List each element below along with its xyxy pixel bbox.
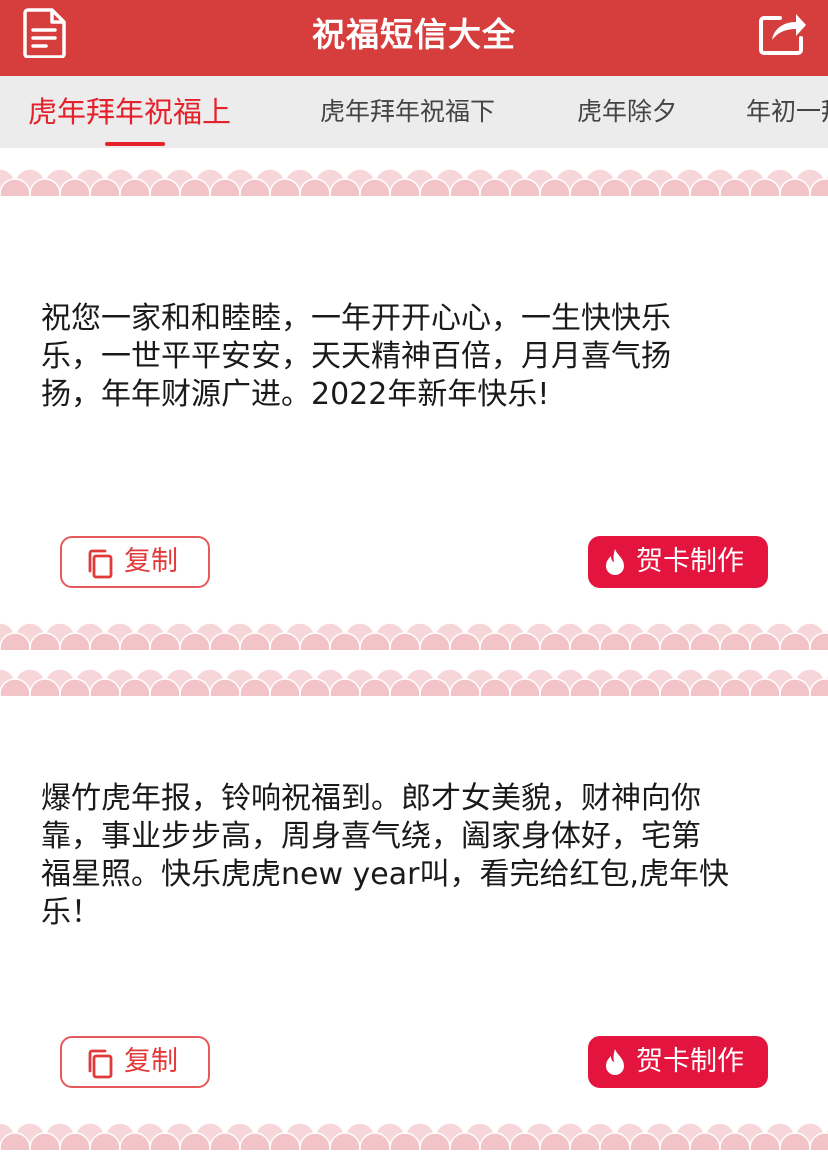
message-line: 乐！	[41, 895, 101, 930]
flame-icon	[606, 1049, 624, 1075]
message-line: 扬，年年财源广进。2022年新年快乐!	[41, 377, 550, 412]
make-card-button-label: 贺卡制作	[636, 546, 744, 577]
message-line: 靠，事业步步高，周身喜气绕，阖家身体好，宅第	[41, 819, 701, 854]
category-tabs: 虎年拜年祝福上 虎年拜年祝福下 虎年除夕 年初一拜	[0, 76, 828, 148]
tab-tiger-year-blessing-2[interactable]: 虎年拜年祝福下	[320, 76, 495, 148]
copy-button[interactable]: 复制	[60, 1036, 210, 1088]
copy-button[interactable]: 复制	[60, 536, 210, 588]
copy-icon	[88, 549, 113, 579]
tab-tiger-year-blessing-1[interactable]: 虎年拜年祝福上	[28, 76, 231, 148]
active-tab-indicator	[105, 142, 165, 146]
message-line: 祝您一家和和睦睦，一年开开心心，一生快快乐	[41, 301, 671, 336]
tab-tiger-year-eve[interactable]: 虎年除夕	[577, 76, 677, 148]
scallop-divider	[0, 622, 828, 650]
scallop-divider	[0, 1122, 828, 1150]
message-text: 爆竹虎年报，铃响祝福到。郎才女美貌，财神向你 靠，事业步步高，周身喜气绕，阖家身…	[41, 780, 781, 932]
page-title: 祝福短信大全	[312, 15, 516, 54]
app-header: 祝福短信大全	[0, 0, 828, 76]
make-card-button-label: 贺卡制作	[636, 1046, 744, 1077]
make-card-button[interactable]: 贺卡制作	[588, 536, 768, 588]
message-line: 乐，一世平平安安，天天精神百倍，月月喜气扬	[41, 339, 671, 374]
copy-button-label: 复制	[124, 546, 178, 577]
message-text: 祝您一家和和睦睦，一年开开心心，一生快快乐 乐，一世平平安安，天天精神百倍，月月…	[41, 300, 781, 414]
make-card-button[interactable]: 贺卡制作	[588, 1036, 768, 1088]
scallop-divider	[0, 168, 828, 196]
message-line: 爆竹虎年报，铃响祝福到。郎才女美貌，财神向你	[41, 781, 701, 816]
flame-icon	[606, 549, 624, 575]
scallop-divider	[0, 668, 828, 696]
tab-new-year-day-one[interactable]: 年初一拜	[746, 76, 828, 148]
copy-button-label: 复制	[124, 1046, 178, 1077]
share-icon[interactable]	[758, 8, 808, 56]
copy-icon	[88, 1049, 113, 1079]
message-line: 福星照。快乐虎虎new year叫，看完给红包,虎年快	[41, 857, 730, 892]
